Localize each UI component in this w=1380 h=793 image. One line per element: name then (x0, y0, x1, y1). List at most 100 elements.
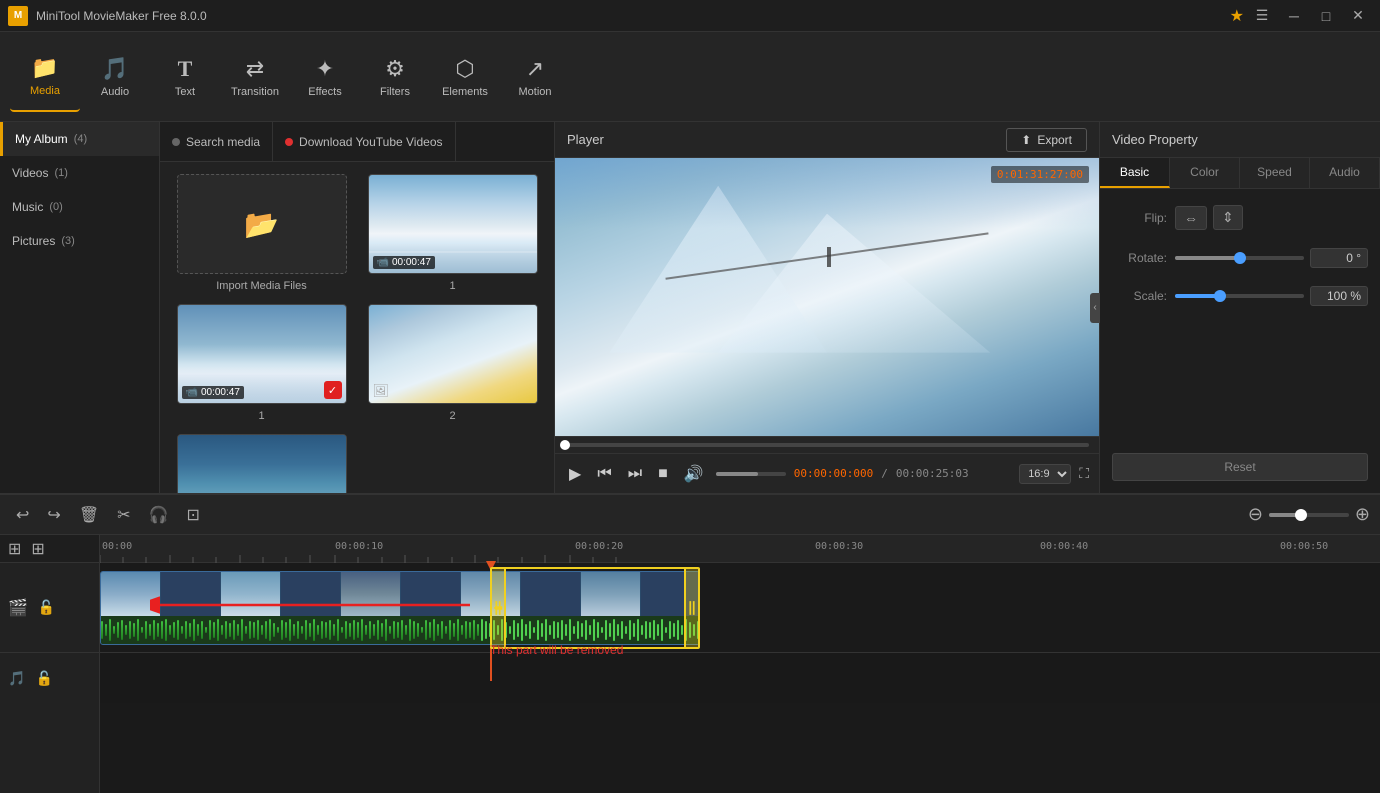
toolbar-motion[interactable]: ↗ Motion (500, 42, 570, 112)
scale-slider[interactable] (1175, 294, 1304, 298)
flip-value: ⇔ ⇕ (1175, 205, 1368, 230)
ruler-20: 00:00:20 (575, 541, 623, 552)
tab-speed[interactable]: Speed (1240, 158, 1310, 188)
prev-button[interactable]: ⏮ (593, 463, 615, 485)
trim-handle-right[interactable] (684, 569, 698, 647)
maximize-button[interactable]: □ (1312, 6, 1340, 26)
motion-icon: ↗ (526, 56, 544, 82)
zoom-controls: ⊖ ⊕ (1248, 504, 1370, 525)
zoom-slider-handle[interactable] (1295, 509, 1307, 521)
import-thumb[interactable]: 📂 (177, 174, 347, 274)
volume-slider[interactable] (716, 472, 786, 476)
timeline-toolbar: ↩ ↪ 🗑 ✂ 🎧 ⊡ ⊖ ⊕ (0, 495, 1380, 535)
add-audio-track-button[interactable]: ⊞ (29, 537, 46, 561)
stop-button[interactable]: ■ (654, 463, 672, 485)
delete-button[interactable]: 🗑 (73, 501, 105, 529)
media-item-3[interactable]: 🖼 2 (363, 304, 542, 422)
toolbar-filters[interactable]: ⚙ Filters (360, 42, 430, 112)
audio-edit-button[interactable]: 🎧 (143, 501, 175, 529)
panel-collapse-handle[interactable]: ‹ (1090, 293, 1100, 323)
zoom-out-button[interactable]: ⊖ (1248, 504, 1263, 525)
toolbar-effects[interactable]: ✦ Effects (290, 42, 360, 112)
video-clip-1[interactable]: 🎬 1 (100, 571, 700, 645)
minimize-button[interactable]: ─ (1280, 6, 1308, 26)
import-media-item[interactable]: 📂 Import Media Files (172, 174, 351, 292)
timeline-area: ↩ ↪ 🗑 ✂ 🎧 ⊡ ⊖ ⊕ ⊞ ⊞ 🎬 🔓 (0, 493, 1380, 793)
flip-horizontal-button[interactable]: ⇔ (1175, 206, 1207, 230)
scale-row: Scale: (1112, 286, 1368, 306)
sidebar-item-music[interactable]: Music (0) (0, 190, 159, 224)
next-button[interactable]: ⏭ (624, 463, 646, 485)
rotate-input[interactable] (1310, 248, 1368, 268)
import-label: Import Media Files (216, 280, 306, 292)
frame-6 (401, 572, 461, 616)
timeline: ⊞ ⊞ 🎬 🔓 🎵 🔓 00:00 00:00:10 00:00:20 00:0… (0, 535, 1380, 793)
tab-audio[interactable]: Audio (1310, 158, 1380, 188)
video-track-icon: 🎬 (6, 596, 30, 620)
search-media-tab[interactable]: Search media (160, 122, 273, 161)
star-icon: ★ (1230, 6, 1244, 26)
toolbar-transition[interactable]: ⇄ Transition (220, 42, 290, 112)
media-thumb-1: 📹 00:00:47 (368, 174, 538, 274)
redo-button[interactable]: ↪ (41, 501, 66, 529)
download-youtube-tab[interactable]: Download YouTube Videos (273, 122, 455, 161)
menu-button[interactable]: ☰ (1248, 6, 1276, 26)
export-button[interactable]: ⬆ Export (1006, 128, 1087, 152)
tab-color[interactable]: Color (1170, 158, 1240, 188)
image-icon-3: 🖼 (373, 383, 390, 399)
playback-progress[interactable] (565, 443, 1089, 447)
volume-button[interactable]: 🔊 (680, 462, 708, 486)
scale-slider-handle[interactable] (1214, 290, 1226, 302)
add-video-track-button[interactable]: ⊞ (6, 537, 23, 561)
media-label-2: 1 (258, 410, 264, 422)
reset-button[interactable]: Reset (1112, 453, 1368, 481)
titlebar: M MiniTool MovieMaker Free 8.0.0 ★ ☰ ─ □… (0, 0, 1380, 32)
player-title: Player (567, 132, 604, 147)
flip-vertical-button[interactable]: ⇕ (1213, 205, 1243, 230)
ruler-10: 00:00:10 (335, 541, 383, 552)
media-item-2[interactable]: 📹 00:00:47 ✓ 1 (172, 304, 351, 422)
close-button[interactable]: ✕ (1344, 6, 1372, 26)
sidebar-item-videos[interactable]: Videos (1) (0, 156, 159, 190)
sidebar-item-myalbum[interactable]: My Album (4) (0, 122, 159, 156)
play-button[interactable]: ▶ (565, 462, 585, 486)
toolbar-elements[interactable]: ⬡ Elements (430, 42, 500, 112)
player-header: Player ⬆ Export (555, 122, 1099, 158)
fullscreen-button[interactable]: ⛶ (1079, 465, 1089, 482)
toolbar-text[interactable]: T Text (150, 42, 220, 112)
video-lock-button[interactable]: 🔓 (36, 597, 57, 618)
progress-handle[interactable] (560, 440, 570, 450)
ruler-40: 00:00:40 (1040, 541, 1088, 552)
rotate-value (1175, 248, 1368, 268)
zoom-slider[interactable] (1269, 513, 1349, 517)
media-check-2: ✓ (324, 381, 342, 399)
property-header: Video Property (1100, 122, 1380, 158)
undo-button[interactable]: ↩ (10, 501, 35, 529)
rotate-slider[interactable] (1175, 256, 1304, 260)
media-item-1[interactable]: 📹 00:00:47 1 (363, 174, 542, 292)
media-thumb-3: 🖼 (368, 304, 538, 404)
rotate-slider-handle[interactable] (1234, 252, 1246, 264)
toolbar-audio[interactable]: 🎵 Audio (80, 42, 150, 112)
audio-track-icon: 🎵 (6, 668, 27, 689)
media-item-4[interactable]: 🖼 3 (172, 434, 351, 493)
app-icon: M (8, 6, 28, 26)
trim-handle-left[interactable] (492, 569, 506, 647)
cut-button[interactable]: ✂ (111, 501, 136, 529)
rotate-slider-fill (1175, 256, 1240, 260)
sidebar-item-pictures[interactable]: Pictures (3) (0, 224, 159, 258)
audio-lock-button[interactable]: 🔓 (33, 668, 54, 689)
frame-9 (581, 572, 641, 616)
frame-8 (521, 572, 581, 616)
scale-input[interactable] (1310, 286, 1368, 306)
tab-basic[interactable]: Basic (1100, 158, 1170, 188)
effects-icon: ✦ (316, 56, 334, 82)
crop-button[interactable]: ⊡ (180, 501, 205, 529)
media-panel: Search media Download YouTube Videos 📂 I… (160, 122, 555, 493)
zoom-in-button[interactable]: ⊕ (1355, 504, 1370, 525)
rotate-label: Rotate: (1112, 251, 1167, 265)
property-tabs: Basic Color Speed Audio (1100, 158, 1380, 189)
aspect-ratio-select[interactable]: 16:9 4:3 1:1 9:16 (1019, 464, 1071, 484)
toolbar-media[interactable]: 📁 Media (10, 42, 80, 112)
media-thumb-4: 🖼 (177, 434, 347, 493)
